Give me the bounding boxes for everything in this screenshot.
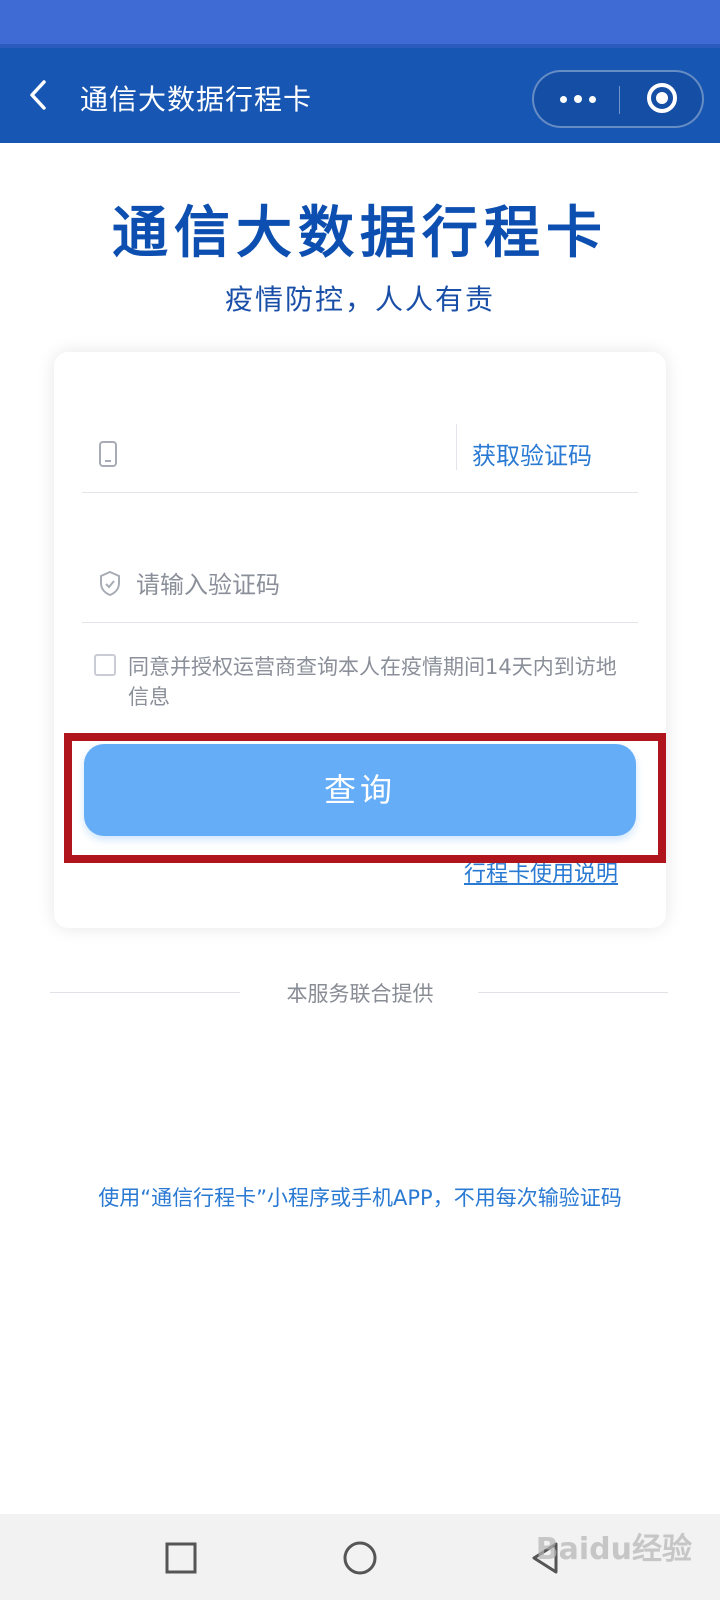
highlight-annotation xyxy=(64,733,666,863)
page-subtitle: 疫情防控，人人有责 xyxy=(224,283,495,316)
phone-field: 获取验证码 xyxy=(82,422,638,493)
promo-link[interactable]: 使用“通信行程卡”小程序或手机APP，不用每次输验证码 xyxy=(0,1182,720,1212)
status-bar xyxy=(0,0,720,48)
get-code-button[interactable]: 获取验证码 xyxy=(472,436,592,471)
more-button[interactable] xyxy=(534,72,619,126)
shield-check-icon xyxy=(100,570,120,597)
field-separator xyxy=(456,424,457,470)
verification-code-field xyxy=(82,552,638,623)
more-dots-icon xyxy=(560,96,567,103)
app-header: 通信大数据行程卡 xyxy=(0,48,720,143)
consent-text: 同意并授权运营商查询本人在疫情期间14天内到访地信息 xyxy=(128,655,617,709)
mini-program-capsule xyxy=(532,70,704,128)
square-icon xyxy=(165,1542,197,1574)
circle-icon xyxy=(343,1541,377,1575)
provider-text: 本服务联合提供 xyxy=(286,982,434,1006)
more-dots-icon xyxy=(589,96,596,103)
recent-apps-button[interactable] xyxy=(157,1534,205,1582)
phone-input[interactable] xyxy=(142,436,446,474)
capsule-divider xyxy=(619,86,620,114)
chevron-left-icon xyxy=(30,80,46,110)
phone-icon xyxy=(99,441,117,467)
more-dots-icon xyxy=(574,95,582,103)
verification-code-input[interactable] xyxy=(134,566,578,604)
page-title: 通信大数据行程卡 xyxy=(112,201,608,266)
target-close-icon-dot xyxy=(656,92,668,104)
consent-checkbox[interactable] xyxy=(94,654,116,676)
back-button[interactable] xyxy=(20,70,60,120)
header-title: 通信大数据行程卡 xyxy=(80,83,313,116)
watermark-logo: Baidu经验 xyxy=(535,1532,692,1567)
close-button[interactable] xyxy=(624,72,704,126)
home-button[interactable] xyxy=(336,1534,384,1582)
